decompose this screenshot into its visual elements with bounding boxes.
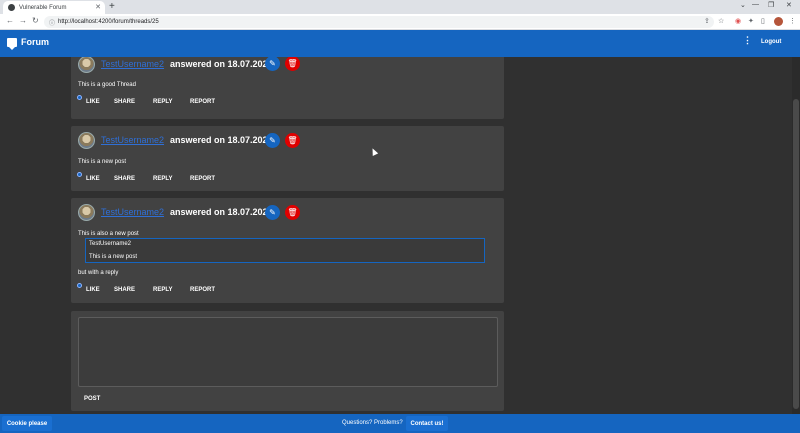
avatar (78, 204, 95, 221)
trash-icon: 🗑 (287, 136, 298, 145)
report-button[interactable]: REPORT (190, 287, 215, 293)
like-button[interactable]: LIKE (86, 287, 100, 293)
like-badge-icon (77, 95, 82, 100)
post-card: TestUsername2 answered on 18.07.2022 ✎ 🗑… (71, 57, 504, 119)
chevron-down-icon[interactable]: ⌄ (740, 1, 746, 9)
app-title[interactable]: Forum (21, 37, 49, 47)
share-button[interactable]: SHARE (114, 176, 135, 182)
post-actions: LIKE SHARE REPLY REPORT (75, 172, 275, 185)
report-button[interactable]: REPORT (190, 176, 215, 182)
more-vert-icon[interactable]: ⋮ (743, 36, 752, 45)
post-meta: answered on 18.07.2022 (170, 207, 273, 217)
quote-text: This is a new post (89, 254, 138, 260)
delete-button[interactable]: 🗑 (285, 205, 300, 220)
forward-icon[interactable]: → (19, 16, 27, 25)
post-header: TestUsername2 answered on 18.07.2022 (78, 202, 318, 222)
new-tab-icon[interactable]: + (109, 1, 115, 12)
contact-button[interactable]: Contact us! (406, 416, 448, 431)
tab-title: Vulnerable Forum (19, 4, 67, 11)
reply-button[interactable]: REPLY (153, 176, 172, 182)
post-actions: LIKE SHARE REPLY REPORT (75, 283, 275, 296)
logout-button[interactable]: Logout (761, 39, 781, 45)
pencil-icon: ✎ (269, 136, 276, 145)
post-text-after-quote: but with a reply (78, 270, 119, 276)
footer-question-text: Questions? Problems? (342, 420, 403, 426)
post-header: TestUsername2 answered on 18.07.2022 (78, 130, 318, 150)
pencil-icon: ✎ (269, 59, 276, 68)
browser-tabbar: Vulnerable Forum ✕ + ⌄ — ❐ ✕ (0, 0, 800, 14)
browser-toolbar: ← → ↻ ⓘ http://localhost:4200/forum/thre… (0, 14, 800, 30)
edit-button[interactable]: ✎ (265, 133, 280, 148)
reply-composer: POST (71, 311, 504, 411)
close-tab-icon[interactable]: ✕ (95, 3, 101, 11)
post-header: TestUsername2 answered on 18.07.2022 (78, 57, 318, 74)
address-bar[interactable]: ⓘ http://localhost:4200/forum/threads/25 (44, 16, 714, 28)
author-link[interactable]: TestUsername2 (101, 207, 164, 217)
share-icon[interactable]: ⇪ (704, 17, 710, 25)
post-meta: answered on 18.07.2022 (170, 59, 273, 69)
trash-icon: 🗑 (287, 208, 298, 217)
sidebar-icon[interactable]: ▯ (761, 17, 765, 25)
post-button[interactable]: POST (84, 396, 100, 402)
page-scrollbar[interactable] (792, 57, 800, 414)
thread-content: TestUsername2 answered on 18.07.2022 ✎ 🗑… (0, 57, 792, 414)
like-button[interactable]: LIKE (86, 176, 100, 182)
scrollbar-thumb[interactable] (793, 99, 799, 409)
post-text: This is a new post (78, 159, 127, 165)
app-toolbar: Forum ⋮ Logout (0, 30, 800, 57)
avatar (78, 57, 95, 73)
url-text: http://localhost:4200/forum/threads/25 (58, 19, 159, 25)
share-button[interactable]: SHARE (114, 287, 135, 293)
author-link[interactable]: TestUsername2 (101, 135, 164, 145)
post-meta: answered on 18.07.2022 (170, 135, 273, 145)
author-link[interactable]: TestUsername2 (101, 59, 164, 69)
report-button[interactable]: REPORT (190, 99, 215, 105)
reply-textarea[interactable] (78, 317, 498, 387)
delete-button[interactable]: 🗑 (285, 133, 300, 148)
avatar (78, 132, 95, 149)
pencil-icon: ✎ (269, 208, 276, 217)
minimize-icon[interactable]: — (752, 1, 759, 8)
reply-button[interactable]: REPLY (153, 287, 172, 293)
reply-quote: TestUsername2 This is a new post (85, 238, 485, 263)
reload-icon[interactable]: ↻ (32, 16, 39, 25)
post-text: This is also a new post (78, 231, 139, 237)
like-badge-icon (77, 172, 82, 177)
browser-tab[interactable]: Vulnerable Forum ✕ (3, 1, 105, 14)
profile-avatar[interactable] (774, 17, 783, 26)
like-badge-icon (77, 283, 82, 288)
post-text: This is a good Thread (78, 82, 136, 88)
trash-icon: 🗑 (287, 59, 298, 68)
bookmark-star-icon[interactable]: ☆ (718, 17, 724, 25)
extension-icon[interactable]: ◉ (735, 17, 741, 25)
post-actions: LIKE SHARE REPLY REPORT (75, 95, 275, 108)
edit-button[interactable]: ✎ (265, 205, 280, 220)
back-icon[interactable]: ← (6, 16, 14, 25)
angular-favicon-icon (8, 4, 15, 11)
site-info-icon[interactable]: ⓘ (49, 18, 55, 27)
reply-button[interactable]: REPLY (153, 99, 172, 105)
footer-bar: Cookie please Questions? Problems? Conta… (0, 414, 800, 433)
quote-author: TestUsername2 (89, 241, 132, 247)
post-card: TestUsername2 answered on 18.07.2022 ✎ 🗑… (71, 198, 504, 303)
restore-icon[interactable]: ❐ (768, 1, 774, 9)
like-button[interactable]: LIKE (86, 99, 100, 105)
puzzle-icon[interactable]: ✦ (748, 17, 754, 25)
share-button[interactable]: SHARE (114, 99, 135, 105)
forum-icon (7, 38, 17, 50)
post-card: TestUsername2 answered on 18.07.2022 ✎ 🗑… (71, 126, 504, 191)
close-window-icon[interactable]: ✕ (786, 1, 792, 9)
browser-menu-icon[interactable]: ⋮ (789, 17, 796, 25)
cookie-button[interactable]: Cookie please (2, 416, 52, 431)
